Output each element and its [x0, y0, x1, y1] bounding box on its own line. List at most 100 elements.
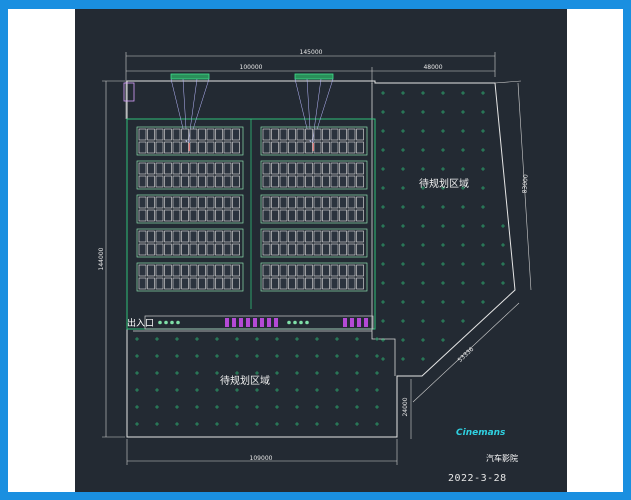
parking-stall	[271, 277, 279, 290]
parking-stall	[347, 162, 356, 175]
parking-stall	[296, 141, 305, 154]
parking-stall	[356, 243, 364, 256]
parking-stall	[164, 162, 172, 175]
dim-total-width: 145000	[300, 49, 323, 56]
parking-stall	[339, 264, 347, 277]
parking-stall	[296, 243, 305, 256]
parking-stall	[305, 162, 313, 175]
parking-stall	[305, 141, 313, 154]
parking-stall	[356, 264, 364, 277]
parking-stall	[262, 277, 271, 290]
parking-stall	[232, 243, 240, 256]
parking-stall	[356, 209, 364, 222]
parking-stall	[347, 264, 356, 277]
parking-stall	[215, 243, 223, 256]
parking-stall	[347, 175, 356, 188]
booth-dot	[164, 320, 168, 325]
parking-stall	[232, 141, 240, 154]
parking-stall	[262, 128, 271, 141]
booth-dot	[176, 320, 180, 325]
parking-stalls	[136, 126, 368, 292]
parking-stall	[271, 141, 279, 154]
parking-stall	[155, 141, 164, 154]
parking-stall	[147, 162, 155, 175]
parking-stall	[206, 162, 215, 175]
parking-stall	[279, 277, 288, 290]
parking-stall	[347, 230, 356, 243]
parking-stall	[215, 196, 223, 209]
parking-stall	[279, 209, 288, 222]
gate-bar	[343, 318, 347, 327]
parking-stall	[164, 230, 172, 243]
parking-stall	[279, 128, 288, 141]
parking-stall	[330, 243, 339, 256]
parking-stall	[339, 209, 347, 222]
parking-stall	[181, 277, 189, 290]
parking-stall	[155, 196, 164, 209]
parking-stall	[189, 209, 198, 222]
booth-dot	[158, 320, 162, 325]
parking-stall	[181, 141, 189, 154]
parking-stall	[262, 230, 271, 243]
parking-stall	[322, 209, 330, 222]
parking-stall	[339, 162, 347, 175]
parking-stall	[223, 230, 232, 243]
parking-stall	[356, 277, 364, 290]
parking-stall	[189, 277, 198, 290]
parking-stall	[330, 175, 339, 188]
parking-stall	[223, 128, 232, 141]
parking-stall	[223, 141, 232, 154]
parking-stall	[339, 141, 347, 154]
parking-stall	[198, 243, 206, 256]
parking-stall	[155, 128, 164, 141]
cad-drawing-canvas[interactable]: 145000 100000 48000 144000 109000 83000 …	[75, 9, 567, 492]
parking-stall	[138, 196, 147, 209]
parking-stall	[279, 243, 288, 256]
parking-stall	[172, 141, 181, 154]
parking-stall	[155, 243, 164, 256]
parking-stall	[271, 209, 279, 222]
parking-stall	[279, 162, 288, 175]
parking-stall	[288, 162, 296, 175]
parking-stall	[147, 128, 155, 141]
parking-stall	[138, 243, 147, 256]
parking-stall	[232, 230, 240, 243]
parking-stall	[215, 162, 223, 175]
parking-stall	[313, 230, 322, 243]
parking-stall	[305, 196, 313, 209]
parking-stall	[215, 230, 223, 243]
parking-stall	[305, 243, 313, 256]
parking-stall	[262, 209, 271, 222]
parking-stall	[223, 162, 232, 175]
parking-stall	[296, 196, 305, 209]
parking-stall	[305, 209, 313, 222]
parking-stall	[288, 128, 296, 141]
parking-stall	[288, 209, 296, 222]
parking-stall	[172, 264, 181, 277]
parking-stall	[189, 128, 198, 141]
gate-bar	[274, 318, 278, 327]
parking-stall	[262, 141, 271, 154]
parking-stall	[172, 128, 181, 141]
gate-bar	[253, 318, 257, 327]
parking-stall	[305, 230, 313, 243]
gate-bar	[267, 318, 271, 327]
parking-stall	[181, 128, 189, 141]
parking-stall	[138, 141, 147, 154]
parking-stall	[172, 175, 181, 188]
parking-stall	[164, 209, 172, 222]
parking-stall	[279, 230, 288, 243]
parking-stall	[313, 209, 322, 222]
parking-stall	[339, 196, 347, 209]
parking-stall	[279, 141, 288, 154]
parking-stall	[223, 175, 232, 188]
parking-stall	[279, 264, 288, 277]
parking-stall	[330, 264, 339, 277]
parking-stall	[347, 209, 356, 222]
parking-stall	[147, 196, 155, 209]
parking-stall	[138, 209, 147, 222]
logo-wordmark: Cinemans	[456, 428, 506, 438]
gate-bar	[350, 318, 354, 327]
right-zone-label: 待规划区域	[419, 177, 469, 190]
parking-stall	[330, 196, 339, 209]
